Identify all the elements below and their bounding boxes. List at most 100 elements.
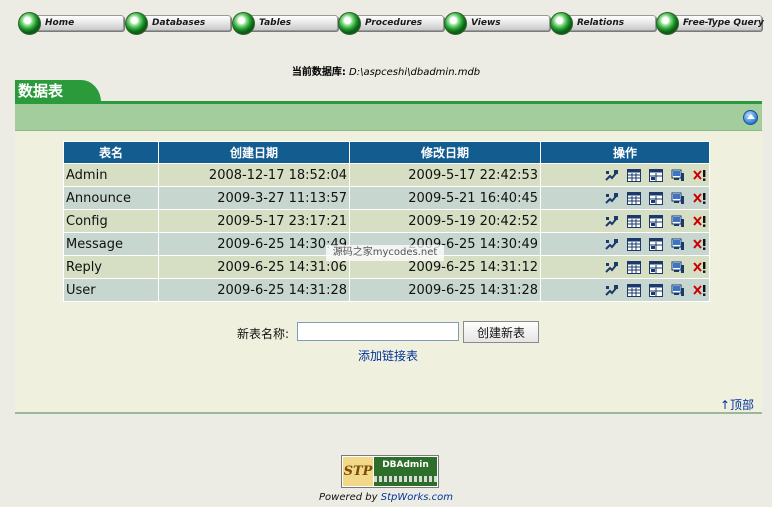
- structure-icon[interactable]: [605, 261, 619, 274]
- header-table-name: 表名: [63, 141, 159, 164]
- table-name-cell[interactable]: Reply: [63, 255, 159, 279]
- logo-stripe: [374, 476, 437, 482]
- delete-icon[interactable]: [693, 192, 707, 205]
- nav-home[interactable]: Home: [18, 12, 124, 35]
- table-header-row: 表名 创建日期 修改日期 操作: [63, 141, 710, 164]
- nav-free-type-query[interactable]: Free-Type Query: [656, 12, 764, 35]
- modified-date-cell: 2009-5-17 22:42:53: [349, 163, 541, 187]
- operations-cell: [540, 255, 710, 279]
- header-created-date: 创建日期: [158, 141, 350, 164]
- tables-list: 表名 创建日期 修改日期 操作 Admin 2008-12-17 18:52:04…: [63, 141, 710, 302]
- add-linked-table-link[interactable]: 添加链接表: [358, 347, 418, 364]
- modified-date-cell: 2009-6-25 14:31:28: [349, 278, 541, 302]
- nav-relations-label: Relations: [560, 15, 656, 31]
- table-row: Admin 2008-12-17 18:52:04 2009-5-17 22:42:…: [63, 163, 710, 187]
- stp-logo-mark: STP: [343, 457, 373, 486]
- green-orb-icon: [125, 12, 148, 35]
- nav-relations[interactable]: Relations: [550, 12, 656, 35]
- nav-procedures[interactable]: Procedures: [338, 12, 444, 35]
- powered-by: Powered by StpWorks.com: [0, 492, 772, 503]
- nav-databases-label: Databases: [135, 15, 231, 31]
- watermark-text: 源码之家mycodes.net: [326, 245, 444, 261]
- export-icon[interactable]: [671, 284, 685, 297]
- dbadmin-logo-panel: DBAdmin: [374, 457, 437, 486]
- green-orb-icon: [338, 12, 361, 35]
- nav-databases[interactable]: Databases: [125, 12, 231, 35]
- new-table-name-label: 新表名称:: [237, 327, 290, 341]
- delete-icon[interactable]: [693, 169, 707, 182]
- export-icon[interactable]: [671, 192, 685, 205]
- edit-table-icon[interactable]: [649, 283, 663, 297]
- operations-cell: [540, 209, 710, 233]
- page: Home Databases Tables Procedures Views R…: [0, 0, 772, 507]
- current-database: 当前数据库: D:\aspceshi\dbadmin.mdb: [0, 63, 772, 78]
- current-database-label: 当前数据库:: [291, 67, 346, 78]
- table-row: User 2009-6-25 14:31:28 2009-6-25 14:31:28: [63, 278, 710, 302]
- panel-title: 数据表: [15, 80, 101, 102]
- modified-date-cell: 2009-5-19 20:42:52: [349, 209, 541, 233]
- browse-data-icon[interactable]: [627, 168, 641, 182]
- green-orb-icon: [656, 12, 679, 35]
- current-database-path: D:\aspceshi\dbadmin.mdb: [349, 67, 481, 78]
- export-icon[interactable]: [671, 215, 685, 228]
- powered-by-prefix: Powered by: [319, 492, 381, 503]
- structure-icon[interactable]: [605, 215, 619, 228]
- delete-icon[interactable]: [693, 261, 707, 274]
- operations-cell: [540, 163, 710, 187]
- browse-data-icon[interactable]: [627, 283, 641, 297]
- table-name-cell[interactable]: User: [63, 278, 159, 302]
- delete-icon[interactable]: [693, 284, 707, 297]
- new-table-name-input[interactable]: [297, 322, 459, 341]
- nav-tables[interactable]: Tables: [232, 12, 338, 35]
- nav-views-label: Views: [454, 15, 550, 31]
- browse-data-icon[interactable]: [627, 214, 641, 228]
- structure-icon[interactable]: [605, 192, 619, 205]
- edit-table-icon[interactable]: [649, 168, 663, 182]
- structure-icon[interactable]: [605, 284, 619, 297]
- panel-body: 表名 创建日期 修改日期 操作 Admin 2008-12-17 18:52:04…: [15, 131, 762, 414]
- created-date-cell: 2009-6-25 14:30:49: [158, 232, 350, 256]
- header-modified-date: 修改日期: [349, 141, 541, 164]
- stpworks-link[interactable]: StpWorks.com: [381, 492, 453, 503]
- table-name-cell[interactable]: Message: [63, 232, 159, 256]
- table-row: Config 2009-5-17 23:17:21 2009-5-19 20:42:…: [63, 209, 710, 233]
- edit-table-icon[interactable]: [649, 260, 663, 274]
- table-name-cell[interactable]: Config: [63, 209, 159, 233]
- modified-date-cell: 2009-5-21 16:40:45: [349, 186, 541, 210]
- delete-icon[interactable]: [693, 215, 707, 228]
- nav-procedures-label: Procedures: [348, 15, 444, 31]
- edit-table-icon[interactable]: [649, 191, 663, 205]
- dbadmin-logo[interactable]: STP DBAdmin: [341, 455, 439, 488]
- table-name-cell[interactable]: Admin: [63, 163, 159, 187]
- collapse-up-icon[interactable]: [743, 110, 758, 125]
- green-orb-icon: [444, 12, 467, 35]
- nav-tables-label: Tables: [242, 15, 338, 31]
- export-icon[interactable]: [671, 238, 685, 251]
- table-row: Announce 2009-3-27 11:13:57 2009-5-21 16:4…: [63, 186, 710, 210]
- green-orb-icon: [550, 12, 573, 35]
- top-nav: Home Databases Tables Procedures Views R…: [18, 12, 764, 36]
- delete-icon[interactable]: [693, 238, 707, 251]
- created-date-cell: 2009-5-17 23:17:21: [158, 209, 350, 233]
- created-date-cell: 2009-6-25 14:31:28: [158, 278, 350, 302]
- back-to-top-link[interactable]: ↑顶部: [720, 396, 754, 413]
- nav-views[interactable]: Views: [444, 12, 550, 35]
- header-operations: 操作: [540, 141, 710, 164]
- edit-table-icon[interactable]: [649, 214, 663, 228]
- panel-header-band: [15, 104, 762, 131]
- structure-icon[interactable]: [605, 238, 619, 251]
- table-name-cell[interactable]: Announce: [63, 186, 159, 210]
- edit-table-icon[interactable]: [649, 237, 663, 251]
- create-table-button[interactable]: 创建新表: [463, 321, 539, 343]
- nav-free-type-query-label: Free-Type Query: [666, 15, 764, 31]
- browse-data-icon[interactable]: [627, 237, 641, 251]
- structure-icon[interactable]: [605, 169, 619, 182]
- export-icon[interactable]: [671, 169, 685, 182]
- browse-data-icon[interactable]: [627, 191, 641, 205]
- export-icon[interactable]: [671, 261, 685, 274]
- browse-data-icon[interactable]: [627, 260, 641, 274]
- dbadmin-logo-text: DBAdmin: [382, 460, 429, 470]
- green-orb-icon: [18, 12, 41, 35]
- created-date-cell: 2009-3-27 11:13:57: [158, 186, 350, 210]
- operations-cell: [540, 232, 710, 256]
